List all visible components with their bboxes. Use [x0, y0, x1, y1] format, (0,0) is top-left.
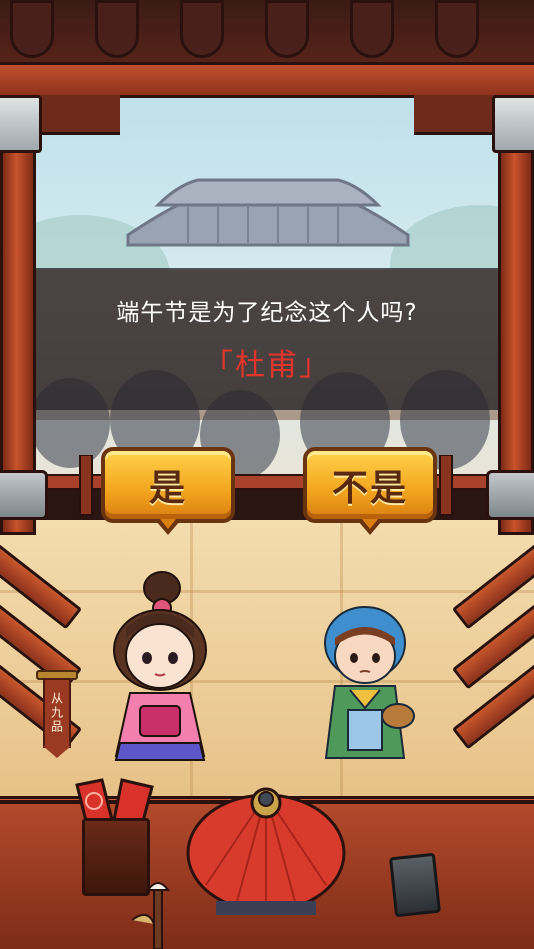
answer-name: 「杜甫」	[203, 348, 331, 383]
gate-roof-icon	[126, 178, 410, 247]
judge-official-hat-icon	[186, 787, 346, 915]
rank-scroll: 从九品	[36, 670, 78, 758]
brush-pen-icon	[131, 882, 170, 949]
right-pillar-cap	[492, 95, 534, 153]
yes-button[interactable]: 是	[101, 447, 235, 535]
yes-button-label: 是	[148, 468, 187, 509]
left-pillar-base	[0, 470, 48, 520]
rank-label: 从九品	[49, 692, 64, 734]
gavel-block-icon	[388, 852, 442, 918]
right-pillar	[498, 95, 534, 535]
question-banner	[0, 268, 534, 410]
lady-character-icon	[113, 571, 207, 761]
right-pillar-base	[486, 470, 534, 520]
roof-beam	[0, 62, 534, 98]
game-scene: 端午节是为了纪念这个人吗? 「杜甫」 是 不是 从九品	[0, 0, 534, 949]
question-text: 端午节是为了纪念这个人吗?	[116, 300, 418, 326]
courtyard-fence	[20, 455, 514, 516]
no-button[interactable]: 不是	[303, 447, 437, 535]
villager-woman-character-icon	[324, 606, 415, 759]
no-button-label: 不是	[331, 468, 408, 509]
left-pillar	[0, 95, 36, 535]
roof-eave	[0, 0, 534, 70]
left-pillar-cap	[0, 95, 42, 153]
